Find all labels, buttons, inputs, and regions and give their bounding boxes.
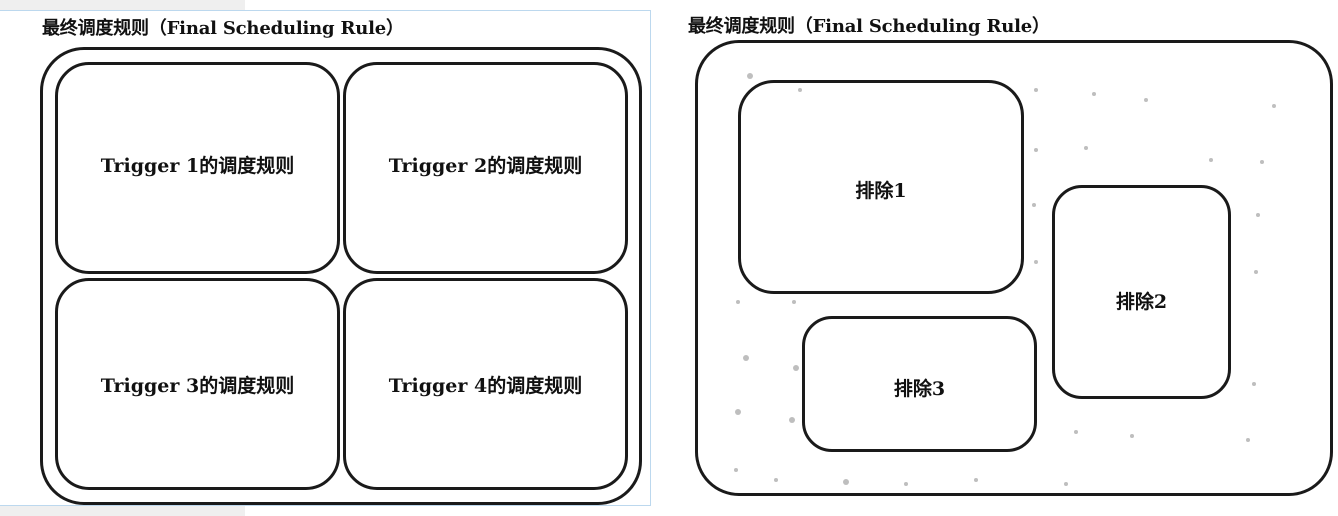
exclusion-2-box: 排除2 <box>1052 185 1231 399</box>
trigger-2-label: Trigger 2的调度规则 <box>388 155 583 177</box>
trigger-3-label: Trigger 3的调度规则 <box>100 375 295 397</box>
trigger-2-rule-box: Trigger 2的调度规则 <box>343 62 628 274</box>
right-diagram-title: 最终调度规则（Final Scheduling Rule） <box>688 16 1050 37</box>
exclusion-2-label: 排除2 <box>1115 291 1168 313</box>
trigger-4-rule-box: Trigger 4的调度规则 <box>343 278 628 490</box>
trigger-1-rule-box: Trigger 1的调度规则 <box>55 62 340 274</box>
exclusion-3-box: 排除3 <box>802 316 1037 452</box>
trigger-3-rule-box: Trigger 3的调度规则 <box>55 278 340 490</box>
left-diagram-title: 最终调度规则（Final Scheduling Rule） <box>42 18 404 39</box>
exclusion-1-label: 排除1 <box>855 180 907 202</box>
right-diagram-panel: 最终调度规则（Final Scheduling Rule） 排除1 排除2 排除… <box>676 0 1338 516</box>
exclusion-3-label: 排除3 <box>893 378 946 400</box>
trigger-4-label: Trigger 4的调度规则 <box>388 375 583 397</box>
trigger-1-label: Trigger 1的调度规则 <box>100 155 295 177</box>
left-diagram-panel: 最终调度规则（Final Scheduling Rule） Trigger 1的… <box>0 10 651 506</box>
exclusion-1-box: 排除1 <box>738 80 1024 294</box>
